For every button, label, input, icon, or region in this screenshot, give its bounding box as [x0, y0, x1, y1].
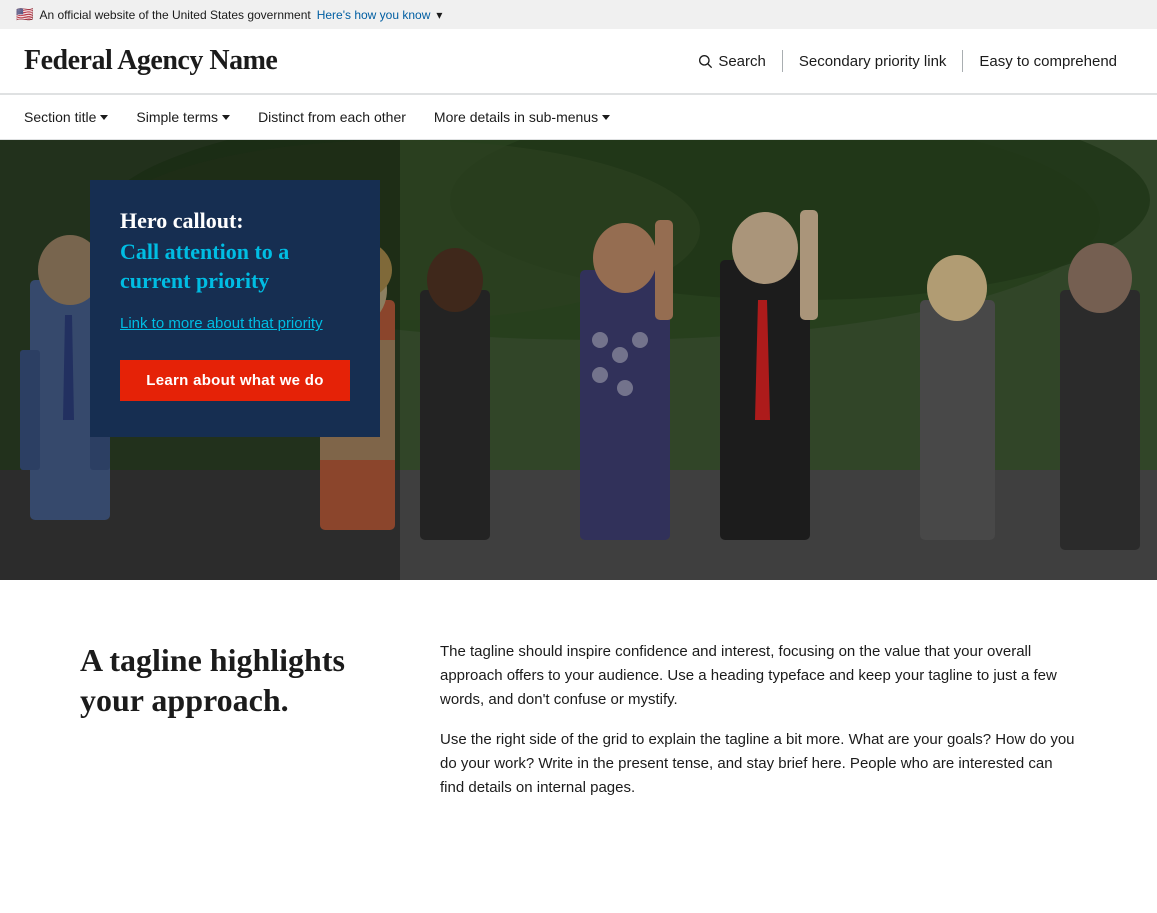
- hero-callout-link[interactable]: Link to more about that priority: [120, 315, 350, 332]
- nav-item-simple-terms-label: Simple terms: [136, 109, 218, 125]
- primary-nav: Section title Simple terms Distinct from…: [0, 95, 1157, 140]
- nav-item-section-title[interactable]: Section title: [24, 95, 128, 139]
- secondary-priority-link[interactable]: Secondary priority link: [783, 53, 963, 70]
- hero-section: Hero callout: Call attention to a curren…: [0, 140, 1157, 580]
- nav-item-more-details[interactable]: More details in sub-menus: [434, 95, 630, 139]
- hero-callout-subtitle: Call attention to a current priority: [120, 238, 350, 295]
- hero-callout: Hero callout: Call attention to a curren…: [90, 180, 380, 437]
- gov-banner-link[interactable]: Here's how you know: [317, 8, 431, 22]
- nav-item-more-details-label: More details in sub-menus: [434, 109, 598, 125]
- search-icon: [697, 53, 713, 69]
- nav-item-section-title-label: Section title: [24, 109, 96, 125]
- us-flag-icon: 🇺🇸: [16, 6, 33, 23]
- easy-comprehend-link[interactable]: Easy to comprehend: [963, 53, 1133, 70]
- tagline-paragraph-1: The tagline should inspire confidence an…: [440, 640, 1077, 712]
- tagline-section: A tagline highlights your approach. The …: [0, 580, 1157, 860]
- chevron-down-icon: [100, 115, 108, 120]
- nav-item-distinct-label: Distinct from each other: [258, 109, 406, 125]
- gov-banner-arrow: ▾: [436, 8, 442, 22]
- tagline-heading: A tagline highlights your approach.: [80, 640, 380, 720]
- search-label: Search: [718, 53, 766, 70]
- hero-cta-button[interactable]: Learn about what we do: [120, 360, 350, 401]
- tagline-right-column: The tagline should inspire confidence an…: [440, 640, 1077, 800]
- chevron-down-icon: [602, 115, 610, 120]
- tagline-paragraph-2: Use the right side of the grid to explai…: [440, 728, 1077, 800]
- hero-callout-title: Hero callout:: [120, 208, 350, 234]
- site-header: Federal Agency Name Search Secondary pri…: [0, 29, 1157, 95]
- search-nav-item[interactable]: Search: [697, 53, 782, 70]
- header-utility-nav: Search Secondary priority link Easy to c…: [697, 50, 1133, 72]
- gov-banner-text: An official website of the United States…: [39, 8, 310, 22]
- nav-item-simple-terms[interactable]: Simple terms: [136, 95, 250, 139]
- tagline-left-column: A tagline highlights your approach.: [80, 640, 380, 720]
- site-title: Federal Agency Name: [24, 45, 277, 77]
- chevron-down-icon: [222, 115, 230, 120]
- nav-item-distinct[interactable]: Distinct from each other: [258, 95, 426, 139]
- gov-banner: 🇺🇸 An official website of the United Sta…: [0, 0, 1157, 29]
